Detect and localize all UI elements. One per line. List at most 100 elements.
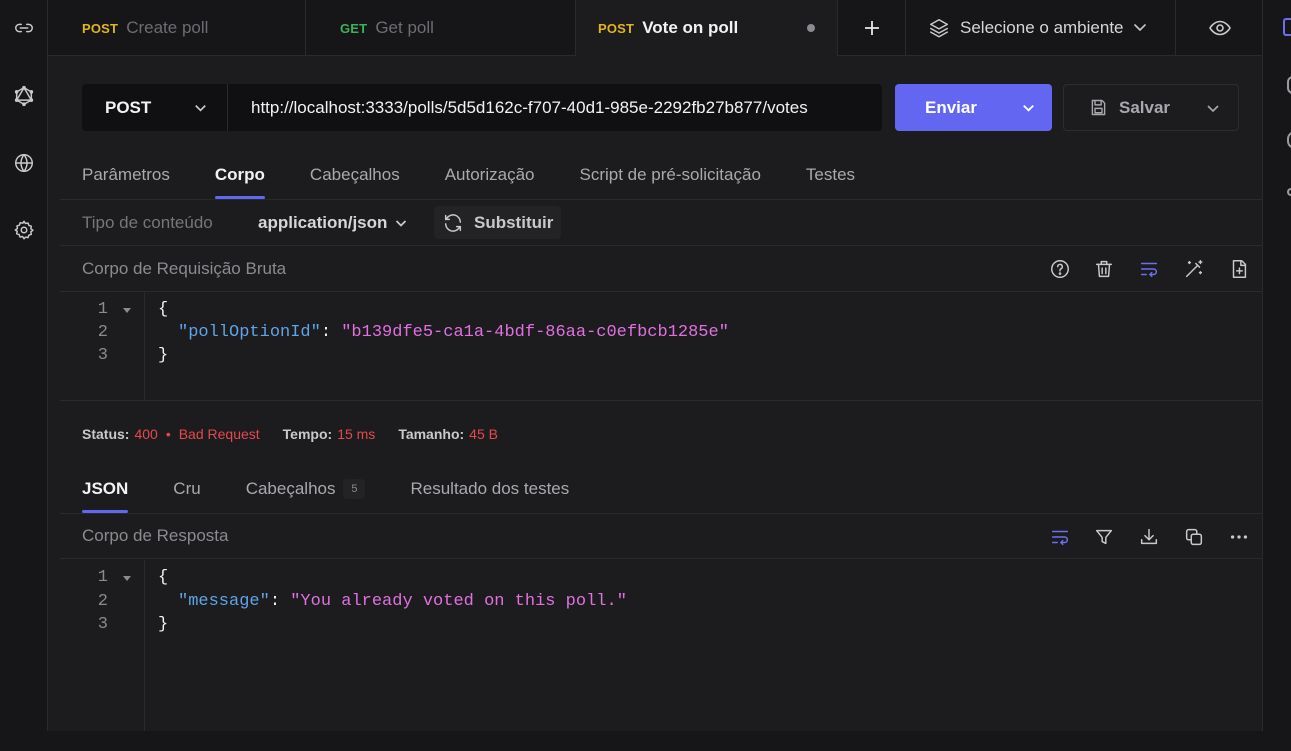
add-file-button[interactable] <box>1227 257 1251 281</box>
chevron-down-icon <box>396 220 407 227</box>
tab-method: POST <box>598 20 635 36</box>
environment-select[interactable]: Selecione o ambiente <box>906 0 1176 56</box>
wrap-lines-icon <box>1051 530 1069 546</box>
status-label: Status: <box>82 426 130 442</box>
unsaved-dot-icon <box>807 24 815 32</box>
line-number: 1 <box>97 300 108 319</box>
filter-icon <box>1095 529 1113 545</box>
chevron-down-icon <box>1023 104 1034 112</box>
tab-json[interactable]: JSON <box>82 479 129 513</box>
status-code: 400 <box>134 426 158 442</box>
new-tab-button[interactable] <box>838 0 906 56</box>
code-line: { <box>158 300 169 319</box>
tab-method: POST <box>82 20 119 36</box>
info-icon[interactable] <box>1287 131 1291 149</box>
more-button[interactable] <box>1227 525 1251 549</box>
tab-tests[interactable]: Testes <box>806 165 855 199</box>
json-value: "You already voted on this poll." <box>290 592 627 611</box>
refresh-icon <box>444 213 462 232</box>
response-body-viewer[interactable]: 1 2 3 { "message": "You already voted on… <box>60 560 1262 731</box>
link-icon[interactable] <box>12 16 36 40</box>
tab-get-poll[interactable]: GET Get poll <box>306 0 576 56</box>
environment-view-button[interactable] <box>1208 16 1232 40</box>
tab-title: Create poll <box>126 18 209 37</box>
method-select[interactable]: POST <box>82 84 228 131</box>
content-type-row: Tipo de conteúdo application/json Substi… <box>60 199 1262 246</box>
json-value: "b139dfe5-ca1a-4bdf-86aa-c0efbcb1285e" <box>341 323 729 342</box>
tab-response-headers[interactable]: Cabeçalhos 5 <box>246 479 366 513</box>
divider <box>60 400 1262 401</box>
globe-icon[interactable] <box>12 151 36 175</box>
replace-button[interactable]: Substituir <box>434 206 562 239</box>
code-line: { <box>158 568 169 587</box>
tab-bar: POST Create poll GET Get poll POST Vote … <box>48 0 1262 57</box>
tab-test-results[interactable]: Resultado dos testes <box>410 479 569 513</box>
response-body-title: Corpo de Resposta <box>82 526 229 545</box>
tab-params[interactable]: Parâmetros <box>82 165 170 199</box>
content-type-select[interactable]: application/json <box>258 213 409 233</box>
tab-label: Cabeçalhos <box>245 479 336 498</box>
chevron-down-icon <box>1134 24 1146 31</box>
replace-label: Substituir <box>474 212 554 232</box>
copy-button[interactable] <box>1182 525 1206 549</box>
code-line: } <box>158 346 169 365</box>
wrap-lines-icon <box>1140 262 1158 278</box>
help-button[interactable] <box>1048 257 1072 281</box>
time-value: 15 ms <box>337 426 376 442</box>
download-icon <box>1140 528 1158 545</box>
json-colon: : <box>269 592 291 611</box>
save-button[interactable]: Salvar <box>1063 84 1239 131</box>
delete-button[interactable] <box>1092 257 1116 281</box>
send-label: Enviar <box>925 97 977 117</box>
right-sidebar <box>1262 0 1291 751</box>
help-icon[interactable] <box>1287 188 1291 196</box>
line-number: 1 <box>97 568 108 587</box>
size-value: 45 B <box>469 426 498 442</box>
magic-wand-icon <box>1185 260 1203 278</box>
json-key: "pollOptionId" <box>178 323 321 342</box>
panel-icon[interactable] <box>1283 18 1291 36</box>
beautify-button[interactable] <box>1182 257 1206 281</box>
help-icon <box>1051 260 1069 278</box>
layers-icon <box>930 19 948 38</box>
file-plus-icon <box>1232 260 1247 278</box>
fold-icon[interactable] <box>123 574 131 582</box>
filter-button[interactable] <box>1092 525 1116 549</box>
send-button[interactable]: Enviar <box>895 84 1052 131</box>
settings-icon[interactable] <box>12 218 36 242</box>
fold-icon[interactable] <box>123 306 131 314</box>
tab-body[interactable]: Corpo <box>214 165 265 199</box>
save-icon <box>1091 99 1106 116</box>
download-button[interactable] <box>1137 525 1161 549</box>
tab-title: Vote on poll <box>642 18 739 37</box>
tab-raw[interactable]: Cru <box>173 479 200 513</box>
environment-label: Selecione o ambiente <box>960 18 1124 37</box>
tab-title: Get poll <box>375 18 434 37</box>
send-options-button[interactable] <box>1005 84 1052 131</box>
tab-method: GET <box>340 20 368 36</box>
tab-pre-request-script[interactable]: Script de pré-solicitação <box>579 165 760 199</box>
tab-headers[interactable]: Cabeçalhos <box>310 165 400 199</box>
response-tabs: JSON Cru Cabeçalhos 5 Resultado dos teste… <box>82 479 569 513</box>
line-gutter: 1 2 3 <box>60 292 145 400</box>
more-horizontal-icon <box>1230 535 1248 539</box>
tab-vote-on-poll[interactable]: POST Vote on poll <box>576 0 838 57</box>
time-label: Tempo: <box>282 426 333 442</box>
status-bullet: • <box>165 426 171 442</box>
copy-icon <box>1185 528 1203 546</box>
response-body-header: Corpo de Resposta <box>60 513 1262 559</box>
json-colon: : <box>320 323 342 342</box>
url-input[interactable] <box>228 84 882 131</box>
wrap-lines-button[interactable] <box>1048 525 1072 549</box>
left-sidebar <box>0 0 48 751</box>
chevron-down-icon <box>195 105 206 112</box>
graphql-icon[interactable] <box>12 84 36 108</box>
tab-auth[interactable]: Autorização <box>445 165 535 199</box>
request-tabs: Parâmetros Corpo Cabeçalhos Autorização … <box>82 165 855 199</box>
wrap-lines-button[interactable] <box>1137 257 1161 281</box>
tab-create-poll[interactable]: POST Create poll <box>48 0 306 56</box>
status-text: Bad Request <box>178 426 260 442</box>
line-number: 2 <box>97 592 108 611</box>
code-icon[interactable] <box>1287 76 1291 94</box>
request-body-editor[interactable]: 1 2 3 { "pollOptionId": "b139dfe5-ca1a-4… <box>60 292 1262 400</box>
